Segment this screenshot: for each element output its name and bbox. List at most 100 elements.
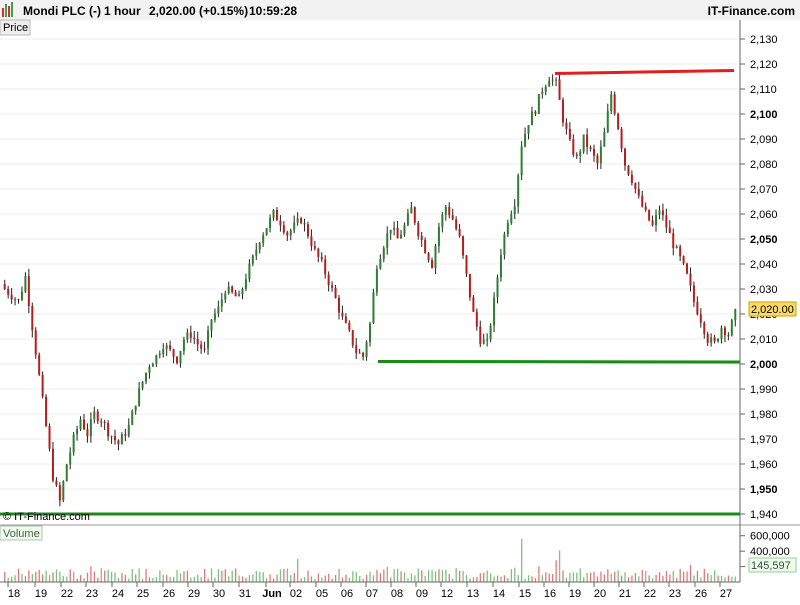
volume-bar (696, 570, 699, 582)
volume-bar (24, 576, 27, 582)
volume-bar (135, 574, 137, 582)
volume-bar (183, 571, 185, 582)
volume-bar (21, 574, 23, 582)
volume-bar (62, 575, 65, 582)
candle-body (120, 434, 123, 445)
volume-bar (658, 572, 661, 582)
candle (465, 254, 468, 277)
volume-bar (73, 571, 75, 582)
volume-bar (283, 568, 285, 582)
volume-bar (514, 567, 516, 582)
candle-body (337, 297, 340, 313)
volume-bar (262, 572, 264, 582)
x-tick-label: 18 (8, 588, 20, 600)
candle-body (624, 148, 627, 166)
volume-bar (603, 574, 606, 582)
volume-bar (42, 574, 44, 582)
candle-body (706, 333, 709, 343)
candle-body (189, 332, 192, 338)
candle-body (269, 217, 272, 229)
volume-bar (558, 550, 561, 582)
volume-bar (338, 568, 340, 582)
candle-body (727, 335, 730, 337)
volume-bar (414, 575, 416, 582)
candle-body (55, 480, 58, 486)
candle-body (424, 239, 427, 254)
candle-body (406, 213, 409, 226)
candle (686, 262, 689, 275)
candle-body (96, 411, 99, 422)
price-tick-label: 2,030 (750, 284, 778, 296)
price-tick-label: 2,100 (750, 109, 778, 121)
candle-body (530, 111, 533, 126)
x-tick-label: 06 (341, 588, 353, 600)
volume-tick-label: 400,000 (750, 546, 790, 558)
price-panel-label: Price (3, 22, 28, 34)
volume-bar (28, 570, 30, 582)
candle-body (331, 285, 334, 288)
candle-body (365, 342, 368, 357)
candle-body (734, 309, 737, 321)
candle-body (689, 273, 692, 286)
candle-body (448, 206, 451, 216)
volume-bar (662, 575, 664, 582)
candle (462, 235, 465, 259)
volume-bar (221, 570, 223, 582)
candle (582, 134, 585, 154)
volume-bar (586, 573, 588, 582)
volume-bar (259, 571, 261, 582)
volume-panel-label: Volume (3, 528, 40, 540)
price-tick-label: 2,090 (750, 134, 778, 146)
candle-body (182, 339, 185, 351)
candle-body (675, 246, 678, 249)
volume-bar (365, 574, 368, 582)
candle-body (513, 206, 516, 215)
volume-bar (321, 577, 323, 582)
candle-body (665, 215, 668, 228)
x-tick-label: 31 (239, 588, 251, 600)
price-tick-label: 2,130 (750, 34, 778, 46)
volume-bar (345, 574, 347, 582)
candle-body (162, 348, 165, 355)
volume-bar (386, 566, 388, 582)
volume-bar (576, 572, 578, 582)
volume-bar (17, 568, 20, 582)
volume-bar (431, 570, 433, 582)
candle-body (203, 348, 206, 350)
volume-bar (224, 569, 226, 582)
price-tick-label: 2,000 (750, 359, 778, 371)
volume-bar (90, 566, 92, 582)
volume-bar (503, 575, 506, 582)
candle-body (489, 325, 492, 340)
candle-body (220, 299, 223, 307)
volume-bar (648, 575, 650, 582)
price-tick-label: 1,980 (750, 409, 778, 421)
candle-body (58, 485, 61, 501)
candle-body (117, 440, 120, 445)
volume-bar (531, 576, 533, 582)
x-tick-label: 29 (188, 588, 200, 600)
candle-body (251, 255, 254, 264)
candle-body (303, 223, 306, 225)
candle-body (579, 151, 582, 157)
candle-body (586, 134, 589, 148)
candle-body (517, 175, 520, 207)
volume-bar (86, 572, 89, 582)
volume-bar (583, 577, 585, 582)
candle-body (544, 86, 547, 92)
candle-body (310, 236, 313, 247)
candle-body (503, 234, 506, 255)
candle-body (272, 209, 275, 218)
support-line[interactable] (377, 360, 741, 364)
candle-body (582, 134, 585, 152)
timeframe-label[interactable]: 1 hour (104, 4, 141, 18)
volume-bar (200, 577, 202, 582)
candle-body (413, 207, 416, 223)
volume-bar (290, 575, 292, 582)
candle-body (455, 219, 458, 230)
candle (351, 329, 354, 348)
candle-body (499, 254, 502, 278)
candle-body (89, 419, 92, 437)
candle-body (131, 410, 134, 425)
volume-bar (438, 569, 440, 582)
